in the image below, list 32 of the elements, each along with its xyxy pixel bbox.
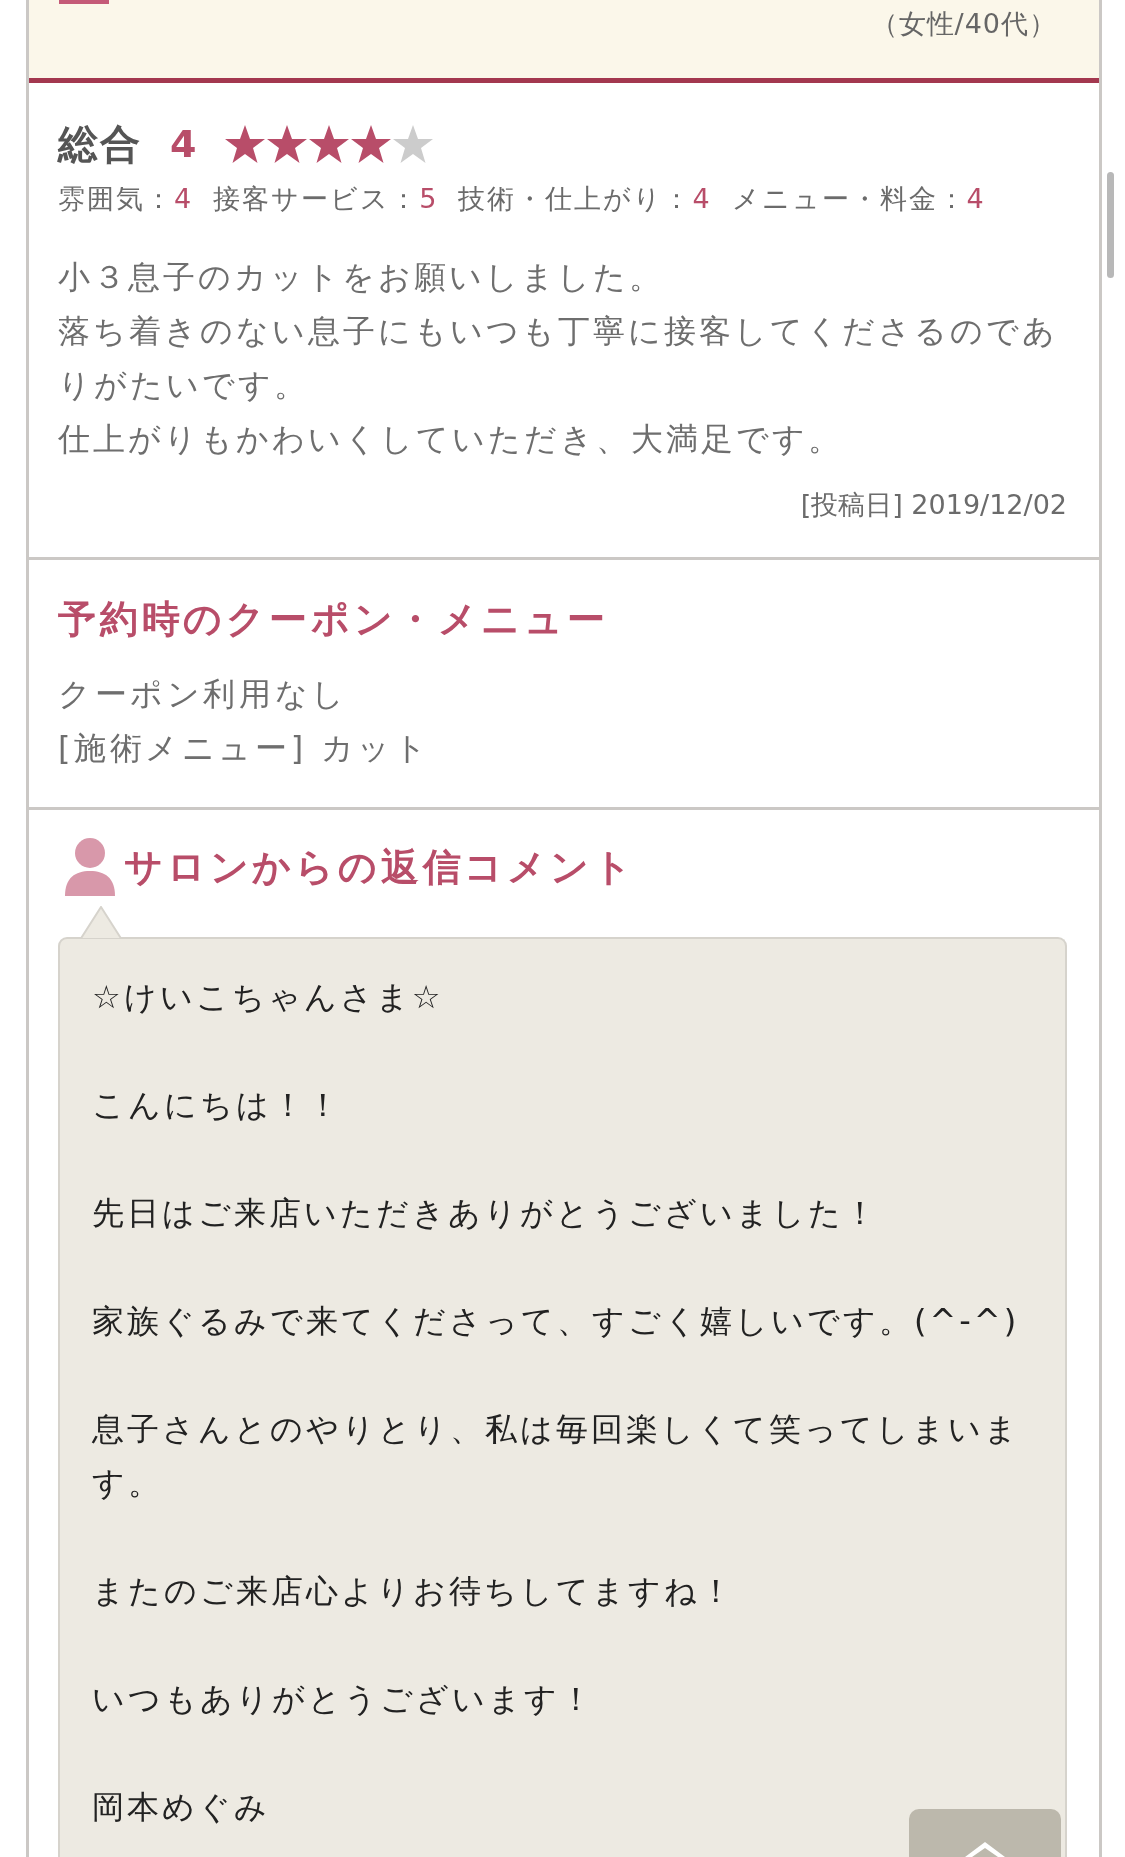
reply-text: 先日はご来店いただきありがとうございました！: [92, 1192, 879, 1234]
person-icon: [65, 838, 115, 896]
star-icon: [224, 124, 267, 164]
category-rating: 技術・仕上がり：4: [458, 182, 712, 216]
scrollbar-thumb[interactable]: [1107, 172, 1114, 278]
bar-icon: [59, 0, 109, 4]
star-icon: [266, 124, 309, 164]
overall-label: 総合: [58, 120, 142, 168]
reviewer-attributes: （女性/40代）: [870, 7, 1057, 41]
reply-text: いつもありがとうございます！: [92, 1678, 595, 1720]
chevron-up-icon: [965, 1842, 1005, 1857]
review-text: 小３息子のカットをお願いしました。: [58, 257, 664, 298]
category-rating: メニュー・料金：4: [731, 182, 986, 216]
reply-text: こんにちは！！: [92, 1084, 342, 1126]
reply-text: ☆けいこちゃんさま☆: [92, 976, 444, 1018]
section-heading: 予約時のクーポン・メニュー: [58, 596, 609, 643]
category-rating: 雰囲気：4: [58, 182, 194, 216]
review-text: 落ち着きのない息子にもいつも丁寧に接客してくださるのでありがたいです。: [58, 311, 1059, 406]
reply-text: 息子さんとのやりとり、私は毎回楽しくて笑ってしまいます。: [92, 1408, 1021, 1504]
review-text: 仕上がりもかわいくしていただき、大満足です。: [58, 419, 843, 460]
overall-score: 4: [170, 121, 197, 168]
section-heading: サロンからの返信コメント: [124, 844, 636, 891]
page-top-button[interactable]: [909, 1809, 1061, 1857]
star-icon: [308, 124, 351, 164]
star-icon: [350, 124, 393, 164]
reply-text: 岡本めぐみ: [92, 1786, 270, 1828]
post-date: [投稿日] 2019/12/02: [800, 488, 1067, 522]
booking-detail: クーポン利用なし: [58, 674, 348, 715]
reply-text: またのご来店心よりお待ちしてますね！: [92, 1570, 735, 1612]
reply-text: 家族ぐるみで来てくださって、すごく嬉しいです。(^-^): [92, 1300, 1020, 1342]
category-rating: 接客サービス：5: [213, 182, 439, 216]
booking-detail: [施術メニュー] カット: [58, 728, 431, 769]
